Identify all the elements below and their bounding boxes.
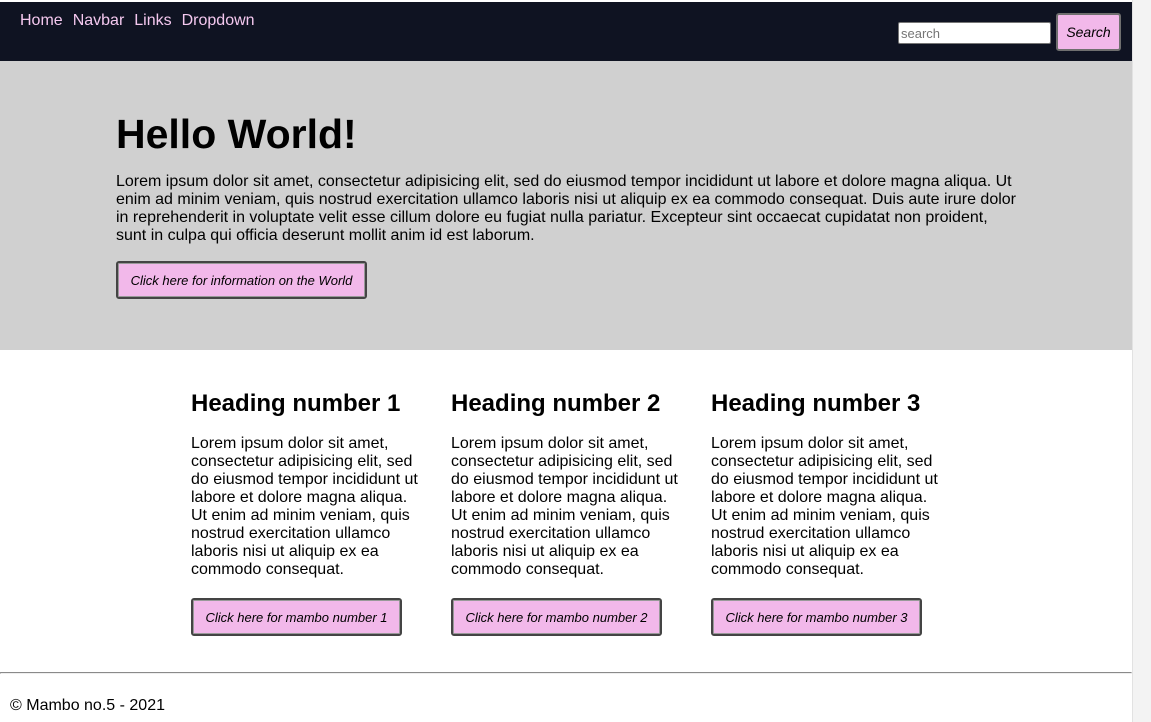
scrollbar-thumb[interactable] [1137,2,1147,702]
hero-text: Lorem ipsum dolor sit amet, consectetur … [116,173,1016,244]
column-text: Lorem ipsum dolor sit amet, consectetur … [711,435,938,578]
nav-link-links[interactable]: Links [134,12,171,30]
hero-section: Hello World! Lorem ipsum dolor sit amet,… [0,61,1132,350]
column-heading: Heading number 1 [191,390,401,417]
navbar: Home Navbar Links Dropdown Search [0,2,1132,61]
column-1: Heading number 1 Lorem ipsum dolor sit a… [191,389,423,636]
nav-link-home[interactable]: Home [20,12,63,30]
mambo-1-button[interactable]: Click here for mambo number 1 [191,598,402,636]
footer-copyright: © Mambo no.5 - 2021 [10,697,165,714]
column-3: Heading number 3 Lorem ipsum dolor sit a… [711,389,943,636]
column-heading: Heading number 3 [711,390,921,417]
mambo-3-button[interactable]: Click here for mambo number 3 [711,598,922,636]
nav-link-navbar[interactable]: Navbar [73,12,125,30]
nav-links: Home Navbar Links Dropdown [20,12,265,30]
vertical-scrollbar[interactable] [1132,0,1151,722]
hero-title: Hello World! [116,111,357,157]
search-input[interactable] [898,22,1051,44]
mambo-2-button[interactable]: Click here for mambo number 2 [451,598,662,636]
search-button[interactable]: Search [1056,13,1121,51]
footer-divider [0,672,1132,674]
column-text: Lorem ipsum dolor sit amet, consectetur … [451,435,678,578]
column-text: Lorem ipsum dolor sit amet, consectetur … [191,435,418,578]
nav-link-dropdown[interactable]: Dropdown [182,12,255,30]
column-2: Heading number 2 Lorem ipsum dolor sit a… [451,389,683,636]
world-info-button[interactable]: Click here for information on the World [116,261,367,299]
page: Home Navbar Links Dropdown Search Hello … [0,0,1132,722]
column-heading: Heading number 2 [451,390,661,417]
